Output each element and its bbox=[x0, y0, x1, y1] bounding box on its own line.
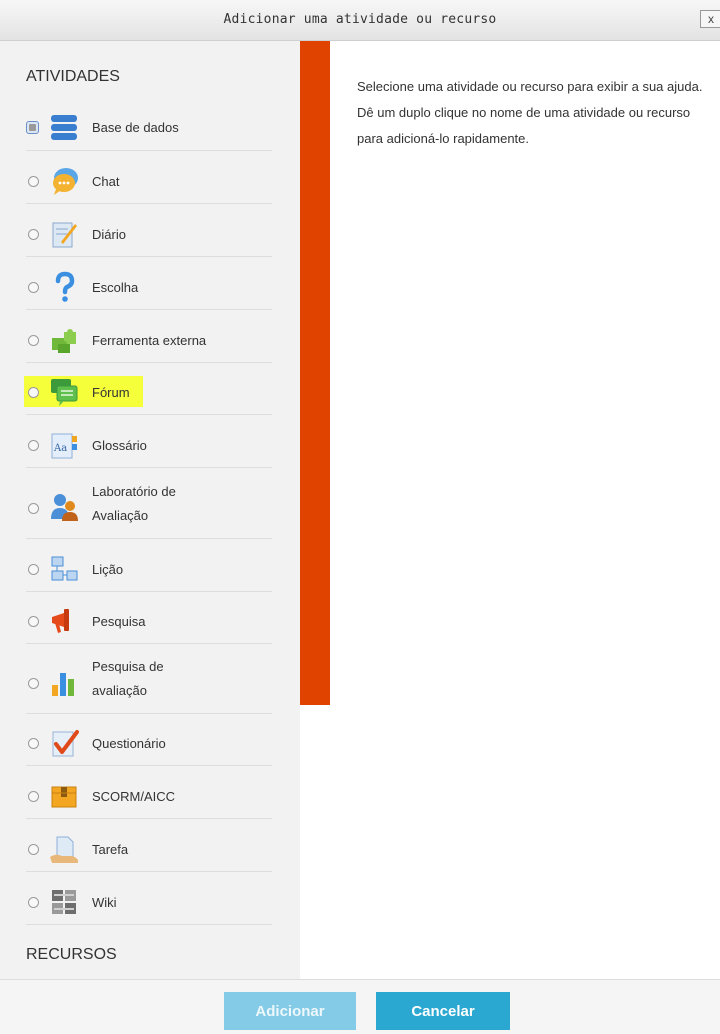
section-heading-resources: RECURSOS bbox=[26, 946, 117, 963]
cancel-button[interactable]: Cancelar bbox=[376, 992, 510, 1030]
dialog-title: Adicionar uma atividade ou recurso bbox=[223, 12, 497, 27]
activity-radio[interactable] bbox=[28, 791, 39, 802]
activity-item-choice[interactable]: Escolha bbox=[26, 264, 272, 310]
activity-radio[interactable] bbox=[26, 121, 39, 134]
add-button[interactable]: Adicionar bbox=[224, 992, 356, 1030]
activity-label: Ferramenta externa bbox=[92, 333, 207, 348]
dialog-titlebar: Adicionar uma atividade ou recurso x bbox=[0, 0, 720, 41]
activity-label: Pesquisa bbox=[92, 614, 146, 629]
activity-item-journal[interactable]: Diário bbox=[26, 211, 272, 257]
section-heading-activities: ATIVIDADES bbox=[26, 68, 120, 85]
checkmark-icon bbox=[52, 730, 79, 757]
activity-item-glossary[interactable]: Aa Glossário bbox=[26, 422, 272, 468]
activity-label: Diário bbox=[92, 227, 126, 242]
activity-label-line2: avaliação bbox=[92, 683, 147, 698]
activity-item-feedback[interactable]: Pesquisa de avaliação bbox=[26, 651, 272, 714]
activity-item-database[interactable]: Base de dados bbox=[26, 106, 272, 151]
activity-list-panel: ATIVIDADES Base de dados Chat Diário Esc… bbox=[0, 41, 300, 979]
lesson-icon bbox=[51, 556, 78, 581]
close-button[interactable]: x bbox=[700, 10, 720, 28]
glossary-icon: Aa bbox=[51, 433, 77, 459]
activity-label: Glossário bbox=[92, 438, 147, 453]
activity-radio[interactable] bbox=[28, 282, 39, 293]
wiki-icon bbox=[52, 890, 76, 914]
activity-radio[interactable] bbox=[28, 678, 39, 689]
assignment-icon bbox=[50, 836, 78, 863]
activity-label: Fórum bbox=[92, 385, 130, 400]
activity-label: Chat bbox=[92, 174, 120, 189]
journal-icon bbox=[52, 222, 77, 248]
svg-text:Aa: Aa bbox=[53, 443, 67, 454]
question-icon bbox=[55, 271, 75, 302]
activity-label-line2: Avaliação bbox=[92, 508, 149, 523]
activity-item-lesson[interactable]: Lição bbox=[26, 546, 272, 592]
activity-item-survey[interactable]: Pesquisa bbox=[26, 598, 272, 644]
activity-radio[interactable] bbox=[28, 844, 39, 855]
activity-item-assignment[interactable]: Tarefa bbox=[26, 826, 272, 872]
activity-label: Escolha bbox=[92, 280, 139, 295]
bar-chart-icon bbox=[52, 673, 74, 696]
activity-label: Lição bbox=[92, 562, 124, 577]
dialog-footer: Adicionar Cancelar bbox=[0, 979, 720, 1034]
chat-icon bbox=[53, 168, 78, 195]
activity-item-chat[interactable]: Chat bbox=[26, 158, 272, 204]
activity-label-line1: Pesquisa de bbox=[92, 659, 164, 674]
activity-item-wiki[interactable]: Wiki bbox=[26, 879, 272, 925]
activity-radio[interactable] bbox=[28, 564, 39, 575]
puzzle-icon bbox=[52, 329, 76, 353]
package-icon bbox=[51, 786, 77, 808]
activity-label: SCORM/AICC bbox=[92, 789, 176, 804]
activity-label-line1: Laboratório de bbox=[92, 484, 176, 499]
activity-item-external-tool[interactable]: Ferramenta externa bbox=[26, 317, 272, 363]
activity-radio[interactable] bbox=[28, 387, 39, 398]
activity-radio[interactable] bbox=[28, 897, 39, 908]
activity-radio[interactable] bbox=[28, 503, 39, 514]
activity-radio[interactable] bbox=[28, 335, 39, 346]
workshop-icon bbox=[51, 494, 78, 521]
activity-radio[interactable] bbox=[28, 229, 39, 240]
help-text: Selecione uma atividade ou recurso para … bbox=[357, 79, 703, 146]
forum-icon bbox=[51, 379, 78, 406]
activity-item-scorm[interactable]: SCORM/AICC bbox=[26, 773, 272, 819]
activity-item-forum[interactable]: Fórum bbox=[24, 369, 272, 415]
activity-label: Wiki bbox=[92, 895, 117, 910]
activity-radio[interactable] bbox=[28, 440, 39, 451]
activity-label: Questionário bbox=[92, 736, 166, 751]
activity-label: Base de dados bbox=[92, 120, 179, 135]
activity-label: Tarefa bbox=[92, 842, 129, 857]
megaphone-icon bbox=[52, 609, 69, 633]
activity-radio[interactable] bbox=[28, 176, 39, 187]
database-icon bbox=[51, 115, 77, 140]
accent-bar bbox=[300, 41, 330, 705]
activity-item-workshop[interactable]: Laboratório de Avaliação bbox=[26, 475, 272, 539]
activity-item-quiz[interactable]: Questionário bbox=[26, 720, 272, 766]
activity-radio[interactable] bbox=[28, 616, 39, 627]
activity-radio[interactable] bbox=[28, 738, 39, 749]
